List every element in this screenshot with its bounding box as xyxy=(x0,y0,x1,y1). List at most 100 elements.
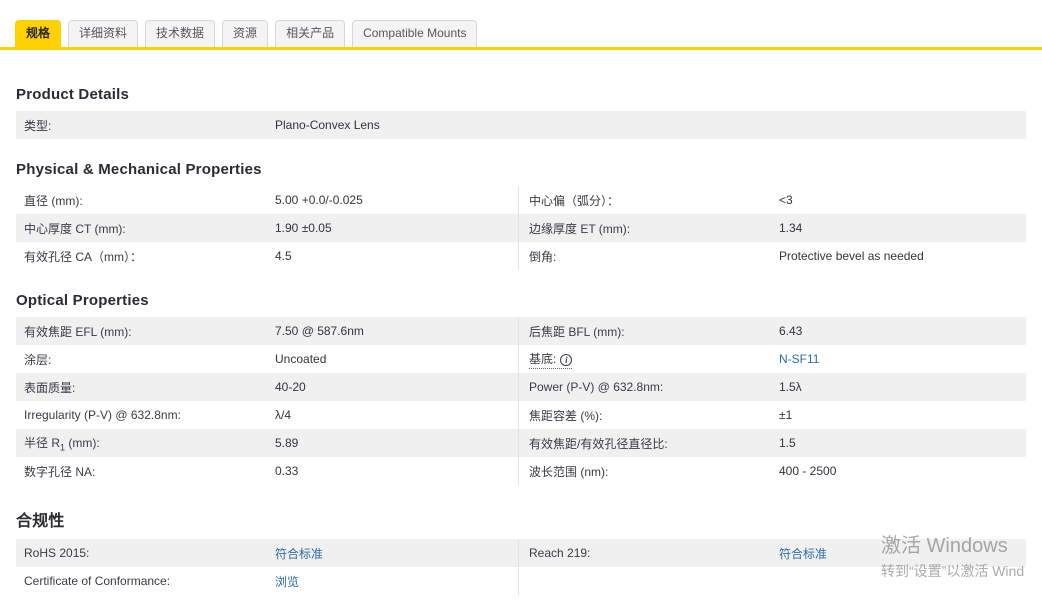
spec-label-text: 波长范围 (nm): xyxy=(529,464,609,479)
section-title-optical-properties: Optical Properties xyxy=(16,292,149,309)
spec-label: Certificate of Conformance: xyxy=(24,574,275,588)
spec-label-text: 数字孔径 NA: xyxy=(24,464,96,479)
section-product-details: Product Details 类型: Plano-Convex Lens xyxy=(0,86,1042,139)
spec-label-text: 有效焦距 EFL (mm): xyxy=(24,324,132,339)
spec-label: 直径 (mm): xyxy=(24,192,275,209)
tab-details[interactable]: 详细资料 xyxy=(68,20,139,47)
spec-cell: 类型: Plano-Convex Lens xyxy=(16,111,1026,139)
spec-cell: 波长范围 (nm): 400 - 2500 xyxy=(518,457,1026,485)
spec-label: 数字孔径 NA: xyxy=(24,463,275,480)
spec-cell: 焦距容差 (%): ±1 xyxy=(518,401,1026,429)
spec-cell: 数字孔径 NA: 0.33 xyxy=(16,457,518,485)
spec-label-text: Irregularity (P-V) @ 632.8nm: xyxy=(24,408,181,422)
spec-cell: RoHS 2015: 符合标准 xyxy=(16,539,518,567)
spec-cell: 边缘厚度 ET (mm): 1.34 xyxy=(518,214,1026,242)
spec-label: 半径 R1 (mm): xyxy=(24,434,275,452)
spec-cell: 表面质量: 40-20 xyxy=(16,373,518,401)
spec-cell: 半径 R1 (mm): 5.89 xyxy=(16,429,518,457)
spec-value: 5.00 +0.0/-0.025 xyxy=(275,193,363,207)
tab-technical-data[interactable]: 技术数据 xyxy=(145,20,216,47)
spec-label-text: 倒角: xyxy=(529,249,557,264)
table-row: 类型: Plano-Convex Lens xyxy=(16,111,1026,139)
spec-label: 倒角: xyxy=(529,248,779,265)
section-title-physical-mechanical-properties: Physical & Mechanical Properties xyxy=(16,161,262,178)
spec-value: 40-20 xyxy=(275,380,306,394)
section-rows: 类型: Plano-Convex Lens xyxy=(16,111,1026,139)
tab-resources[interactable]: 资源 xyxy=(222,20,269,47)
spec-cell: 中心厚度 CT (mm): 1.90 ±0.05 xyxy=(16,214,518,242)
section-physical-mechanical-properties: Physical & Mechanical Properties 直径 (mm):… xyxy=(0,161,1042,270)
spec-label: Reach 219: xyxy=(529,546,779,560)
spec-label: 中心厚度 CT (mm): xyxy=(24,220,275,237)
spec-value: ±1 xyxy=(779,408,793,422)
spec-cell: Certificate of Conformance: 浏览 xyxy=(16,567,518,595)
spec-cell: Irregularity (P-V) @ 632.8nm: λ/4 xyxy=(16,401,518,429)
spec-label: RoHS 2015: xyxy=(24,546,275,560)
spec-value: Protective bevel as needed xyxy=(779,249,924,263)
spec-value: 7.50 @ 587.6nm xyxy=(275,324,364,338)
tab-related-products[interactable]: 相关产品 xyxy=(275,20,346,47)
spec-cell: 倒角: Protective bevel as needed xyxy=(518,242,1026,270)
spec-label: 涂层: xyxy=(24,351,275,368)
spec-value-link[interactable]: 符合标准 xyxy=(275,545,323,562)
section-rows: RoHS 2015: 符合标准 Reach 219: 符合标准 Certificate … xyxy=(16,539,1026,595)
table-row: 数字孔径 NA: 0.33 波长范围 (nm): 400 - 2500 xyxy=(16,457,1026,485)
spec-value: 6.43 xyxy=(779,324,803,338)
spec-value: Uncoated xyxy=(275,352,327,366)
spec-label: 边缘厚度 ET (mm): xyxy=(529,220,779,237)
section-title-product-details: Product Details xyxy=(16,86,130,103)
spec-cell: 基底: i N-SF11 xyxy=(518,345,1026,373)
spec-label-text: 有效孔径 CA（mm）： xyxy=(24,249,142,264)
spec-label-text: 直径 (mm): xyxy=(24,193,83,208)
spec-label-text: 后焦距 BFL (mm): xyxy=(529,324,625,339)
spec-cell: 中心偏（弧分）： <3 xyxy=(518,186,1026,214)
spec-label: Irregularity (P-V) @ 632.8nm: xyxy=(24,408,275,422)
table-row: 直径 (mm): 5.00 +0.0/-0.025 中心偏（弧分）： <3 xyxy=(16,186,1026,214)
spec-label: 有效焦距/有效孔径直径比: xyxy=(529,435,779,452)
spec-label-text: 有效焦距/有效孔径直径比: xyxy=(529,436,668,451)
table-row: 半径 R1 (mm): 5.89 有效焦距/有效孔径直径比: 1.5 xyxy=(16,429,1026,457)
spec-label-text: 边缘厚度 ET (mm): xyxy=(529,221,631,236)
spec-label-text: Certificate of Conformance: xyxy=(24,574,171,588)
spec-value: 0.33 xyxy=(275,464,299,478)
info-icon[interactable]: i xyxy=(560,353,573,366)
spec-value: λ/4 xyxy=(275,408,292,422)
spec-label: 表面质量: xyxy=(24,379,275,396)
spec-label: 后焦距 BFL (mm): xyxy=(529,323,779,340)
spec-label-text: 涂层: xyxy=(24,352,52,367)
spec-label-text: Reach 219: xyxy=(529,546,591,560)
spec-value-link[interactable]: 符合标准 xyxy=(779,545,827,562)
tab-compatible-mounts[interactable]: Compatible Mounts xyxy=(352,20,478,47)
spec-cell: 有效焦距 EFL (mm): 7.50 @ 587.6nm xyxy=(16,317,518,345)
spec-label: 波长范围 (nm): xyxy=(529,463,779,480)
section-compliance: 合规性 RoHS 2015: 符合标准 Reach 219: 符合标准 Certifica… xyxy=(0,507,1042,595)
spec-label-text: 类型: xyxy=(24,118,52,133)
spec-value-link[interactable]: 浏览 xyxy=(275,573,299,590)
spec-content: Product Details 类型: Plano-Convex Lens Physi… xyxy=(0,86,1042,605)
spec-label: 有效焦距 EFL (mm): xyxy=(24,323,275,340)
spec-label: Power (P-V) @ 632.8nm: xyxy=(529,380,779,394)
table-row: 表面质量: 40-20 Power (P-V) @ 632.8nm: 1.5λ xyxy=(16,373,1026,401)
spec-cell xyxy=(518,567,1026,595)
table-row: 中心厚度 CT (mm): 1.90 ±0.05 边缘厚度 ET (mm): 1.34 xyxy=(16,214,1026,242)
tab-specifications[interactable]: 规格 xyxy=(15,20,62,47)
section-optical-properties: Optical Properties 有效焦距 EFL (mm): 7.50 @ 5… xyxy=(0,292,1042,485)
spec-label: 有效孔径 CA（mm）： xyxy=(24,248,275,265)
spec-label: 中心偏（弧分）： xyxy=(529,192,779,209)
spec-value: 4.5 xyxy=(275,249,292,263)
section-title-compliance: 合规性 xyxy=(16,513,65,530)
spec-value-link[interactable]: N-SF11 xyxy=(779,352,819,366)
spec-label-text: 半径 R1 (mm): xyxy=(24,435,100,453)
table-row: 有效焦距 EFL (mm): 7.50 @ 587.6nm 后焦距 BFL (mm)… xyxy=(16,317,1026,345)
spec-value: 1.5 xyxy=(779,436,796,450)
spec-cell: 涂层: Uncoated xyxy=(16,345,518,373)
spec-label-text: 中心厚度 CT (mm): xyxy=(24,221,126,236)
spec-cell: 有效焦距/有效孔径直径比: 1.5 xyxy=(518,429,1026,457)
spec-cell: Power (P-V) @ 632.8nm: 1.5λ xyxy=(518,373,1026,401)
spec-label-text: 中心偏（弧分）： xyxy=(529,193,620,208)
spec-value: Plano-Convex Lens xyxy=(275,118,380,132)
spec-label: 焦距容差 (%): xyxy=(529,407,779,424)
spec-cell: 后焦距 BFL (mm): 6.43 xyxy=(518,317,1026,345)
spec-value: 1.34 xyxy=(779,221,803,235)
spec-label-text: RoHS 2015: xyxy=(24,546,90,560)
